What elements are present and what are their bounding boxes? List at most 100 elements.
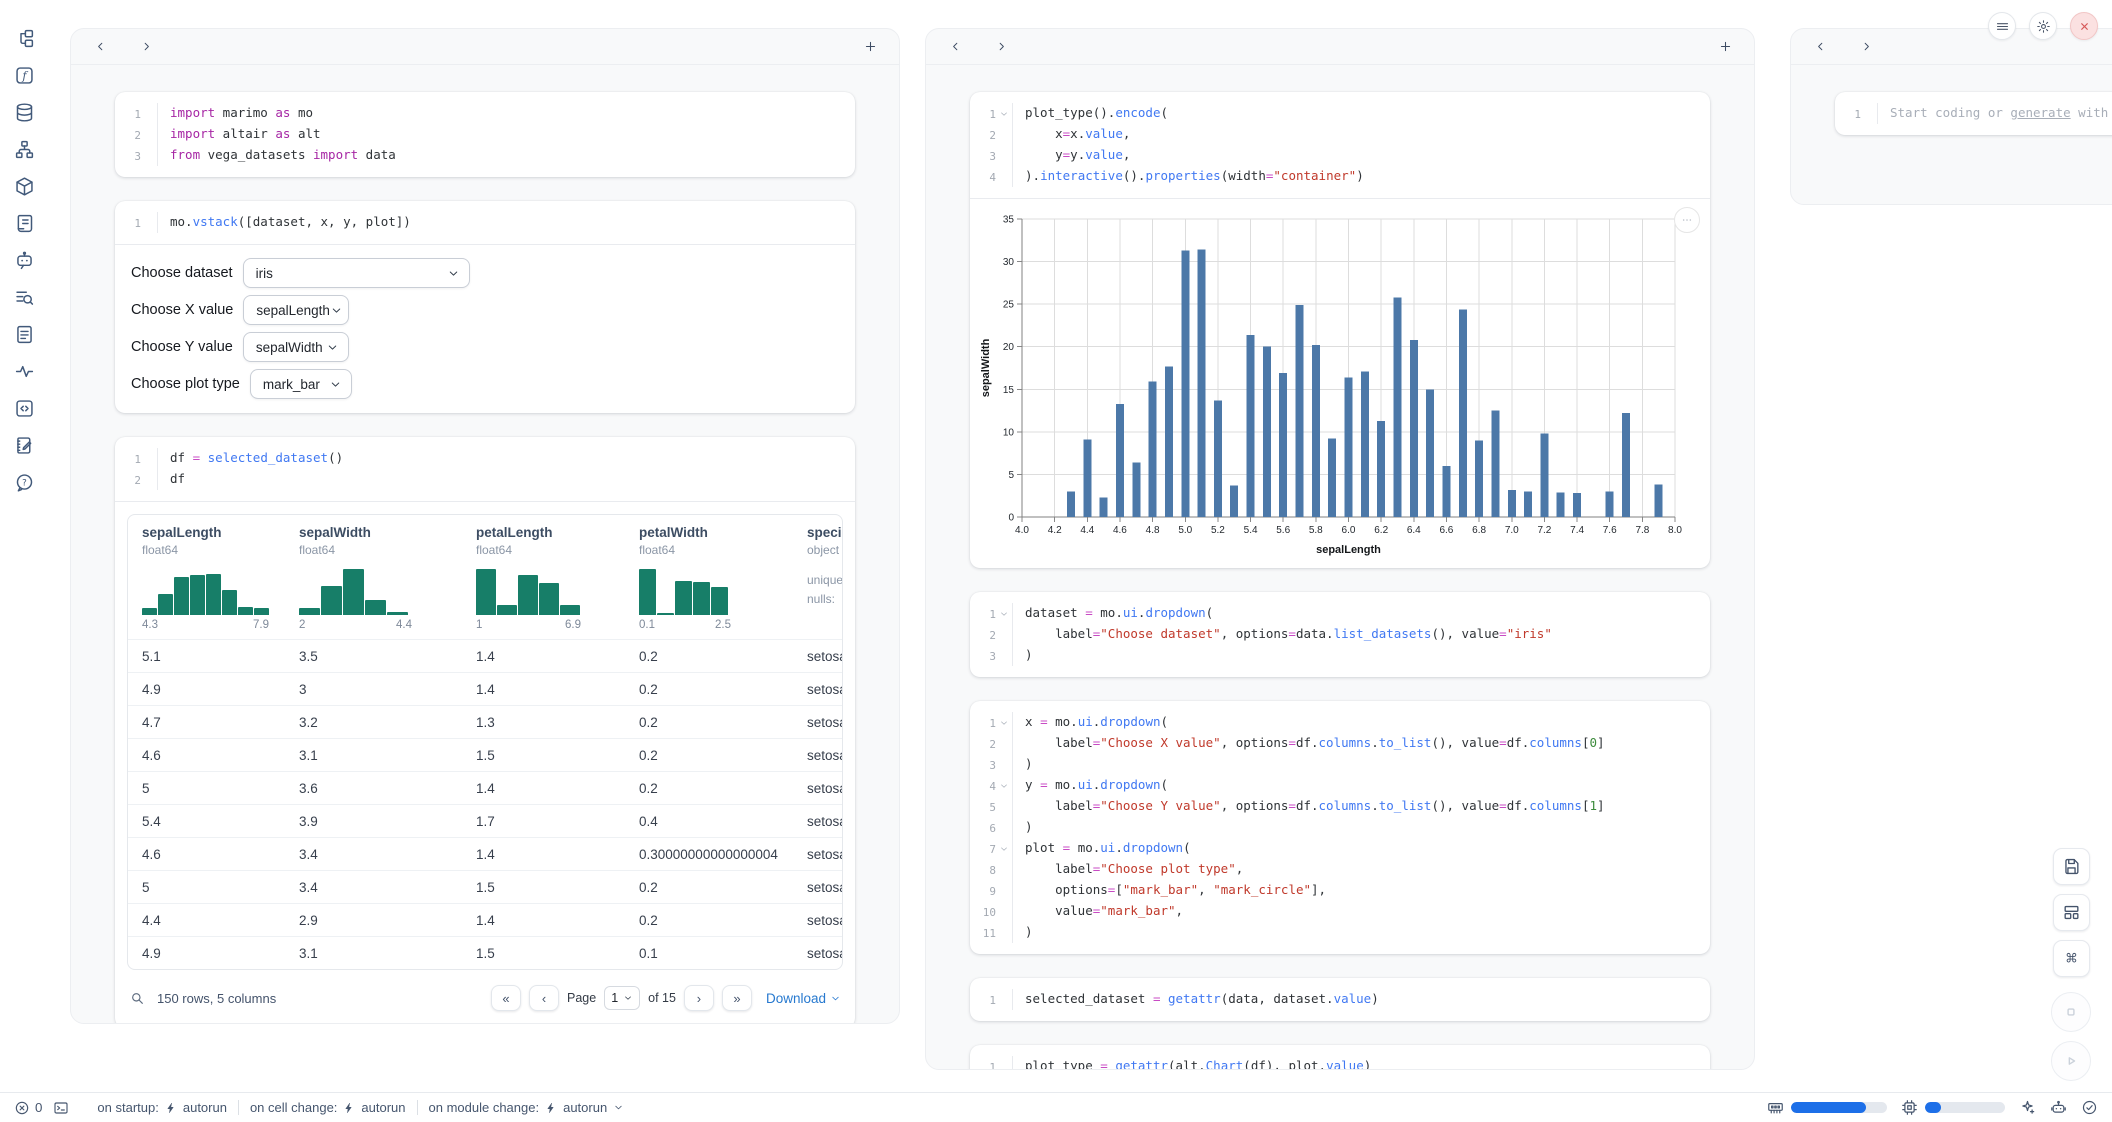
scratchpad-icon: [14, 435, 35, 456]
code-editor[interactable]: 1mo.vstack([dataset, x, y, plot]): [115, 201, 855, 244]
sidebar-tracing-button[interactable]: [12, 359, 36, 383]
code-editor[interactable]: 1df = selected_dataset()2df: [115, 437, 855, 501]
sidebar-package-button[interactable]: [12, 174, 36, 198]
layout-toggle-button[interactable]: [2053, 894, 2090, 931]
table-row[interactable]: 53.61.40.2setosa: [128, 771, 842, 804]
sidebar-search-logs-button[interactable]: [12, 285, 36, 309]
runtime-config-0[interactable]: on startup:autorun: [97, 1100, 227, 1115]
table-row[interactable]: 4.63.11.50.2setosa: [128, 738, 842, 771]
table-column-header-sepalWidth[interactable]: sepalWidthfloat6424.4: [285, 525, 462, 631]
run-all-button[interactable]: [2051, 1041, 2091, 1081]
table-cell: 1.5: [462, 946, 625, 961]
last-page-button[interactable]: »: [722, 985, 752, 1011]
command-palette-button[interactable]: ⌘: [2053, 940, 2090, 977]
new-cell-editor[interactable]: 1Start coding or generate with AI: [1835, 92, 2112, 135]
column-scroll-left-button[interactable]: [91, 38, 109, 56]
save-button[interactable]: [2053, 848, 2090, 885]
line-number: 1: [970, 989, 996, 1010]
sidebar-snippets-button[interactable]: [12, 396, 36, 420]
add-cell-button[interactable]: [861, 38, 879, 56]
code-token: =: [1499, 626, 1507, 641]
plus-icon: [863, 39, 878, 54]
sidebar-function-button[interactable]: f: [12, 63, 36, 87]
table-row[interactable]: 4.42.91.40.2setosa: [128, 903, 842, 936]
table-column-header-petalLength[interactable]: petalLengthfloat6416.9: [462, 525, 625, 631]
code-token: x: [1025, 126, 1063, 141]
column-scroll-left-button[interactable]: [1811, 38, 1829, 56]
table-column-header-sepalLength[interactable]: sepalLengthfloat644.37.9: [128, 525, 285, 631]
svg-text:5.2: 5.2: [1211, 525, 1225, 536]
generate-link[interactable]: generate: [2010, 105, 2070, 120]
runtime-config-1[interactable]: on cell change:autorun: [250, 1100, 406, 1115]
chart-output[interactable]: 4.04.24.44.64.85.05.25.45.65.86.06.26.46…: [970, 199, 1710, 568]
code-editor[interactable]: 1plot_type = getattr(alt.Chart(df), plot…: [970, 1045, 1710, 1070]
table-row[interactable]: 4.93.11.50.1setosa: [128, 936, 842, 969]
table-row[interactable]: 5.13.51.40.2setosa: [128, 639, 842, 672]
column-scroll-left-button[interactable]: [946, 38, 964, 56]
choose-y-value-select[interactable]: sepalWidth: [243, 332, 349, 362]
column-scroll-right-button[interactable]: [1857, 38, 1875, 56]
first-page-button[interactable]: «: [491, 985, 521, 1011]
menu-button[interactable]: [1988, 12, 2016, 40]
prev-page-button[interactable]: ‹: [529, 985, 559, 1011]
code-token: =: [1288, 798, 1296, 813]
sidebar-document-button[interactable]: [12, 322, 36, 346]
sidebar-file-tree-button[interactable]: [12, 26, 36, 50]
code-token: .: [1371, 798, 1379, 813]
column-scroll-right-button[interactable]: [137, 38, 155, 56]
code-token: label: [1025, 798, 1093, 813]
choose-dataset-select[interactable]: iris: [243, 258, 470, 288]
runtime-config-2[interactable]: on module change:autorun: [429, 1100, 625, 1115]
code-editor[interactable]: 1import marimo as mo2import altair as al…: [115, 92, 855, 177]
code-token: ui: [1123, 605, 1138, 620]
table-column-header-petalWidth[interactable]: petalWidthfloat640.12.5: [625, 525, 793, 631]
sidebar-script-button[interactable]: [12, 211, 36, 235]
copilot-button[interactable]: [2050, 1099, 2067, 1116]
choose-plot-type-select[interactable]: mark_bar: [250, 369, 352, 399]
sidebar-database-button[interactable]: [12, 100, 36, 124]
fold-gutter[interactable]: [996, 838, 1012, 859]
add-cell-button[interactable]: [1716, 38, 1734, 56]
code-token: selected_dataset: [1025, 991, 1153, 1006]
code-editor[interactable]: 1selected_dataset = getattr(data, datase…: [970, 978, 1710, 1021]
page-select[interactable]: 1: [604, 986, 640, 1010]
chevron-right-icon: [1860, 40, 1873, 53]
code-token: (), value: [1431, 735, 1499, 750]
stop-button[interactable]: [2051, 992, 2091, 1032]
table-cell: setosa: [793, 946, 843, 961]
choose-x-value-select[interactable]: sepalLength: [243, 295, 349, 325]
code-editor[interactable]: 1plot_type().encode(2 x=x.value,3 y=y.va…: [970, 92, 1710, 198]
column-histogram: [142, 567, 269, 615]
table-row[interactable]: 4.931.40.2setosa: [128, 672, 842, 705]
code-editor[interactable]: 1dataset = mo.ui.dropdown(2 label="Choos…: [970, 592, 1710, 677]
fold-gutter[interactable]: [996, 603, 1012, 624]
sidebar-help-button[interactable]: ?: [12, 470, 36, 494]
sidebar-scratchpad-button[interactable]: [12, 433, 36, 457]
code-editor[interactable]: 1x = mo.ui.dropdown(2 label="Choose X va…: [970, 701, 1710, 954]
errors-button[interactable]: 0: [14, 1100, 42, 1116]
sidebar-chatbot-button[interactable]: [12, 248, 36, 272]
fold-gutter: [996, 166, 1012, 187]
code-token: (data, dataset.: [1221, 991, 1334, 1006]
fold-gutter[interactable]: [996, 103, 1012, 124]
next-page-button[interactable]: ›: [684, 985, 714, 1011]
column-scroll-right-button[interactable]: [992, 38, 1010, 56]
download-button[interactable]: Download: [766, 991, 841, 1006]
line-number: 1: [115, 103, 141, 124]
table-row[interactable]: 53.41.50.2setosa: [128, 870, 842, 903]
sidebar-dependency-graph-button[interactable]: [12, 137, 36, 161]
separator: [238, 1100, 239, 1115]
table-row[interactable]: 5.43.91.70.4setosa: [128, 804, 842, 837]
connection-status-button[interactable]: [2081, 1099, 2098, 1116]
table-row[interactable]: 4.63.41.40.30000000000000004setosa: [128, 837, 842, 870]
terminal-button[interactable]: [53, 1100, 69, 1116]
ai-assistant-button[interactable]: [2019, 1099, 2036, 1116]
settings-button[interactable]: [2029, 12, 2057, 40]
notebook-cell: 1plot_type().encode(2 x=x.value,3 y=y.va…: [970, 92, 1710, 568]
fold-gutter[interactable]: [996, 775, 1012, 796]
chart-menu-button[interactable]: [1674, 207, 1700, 233]
fold-gutter[interactable]: [996, 712, 1012, 733]
table-row[interactable]: 4.73.21.30.2setosa: [128, 705, 842, 738]
table-column-header-species[interactable]: speciesobjectunique:nulls:: [793, 525, 843, 631]
shutdown-button[interactable]: [2070, 12, 2098, 40]
